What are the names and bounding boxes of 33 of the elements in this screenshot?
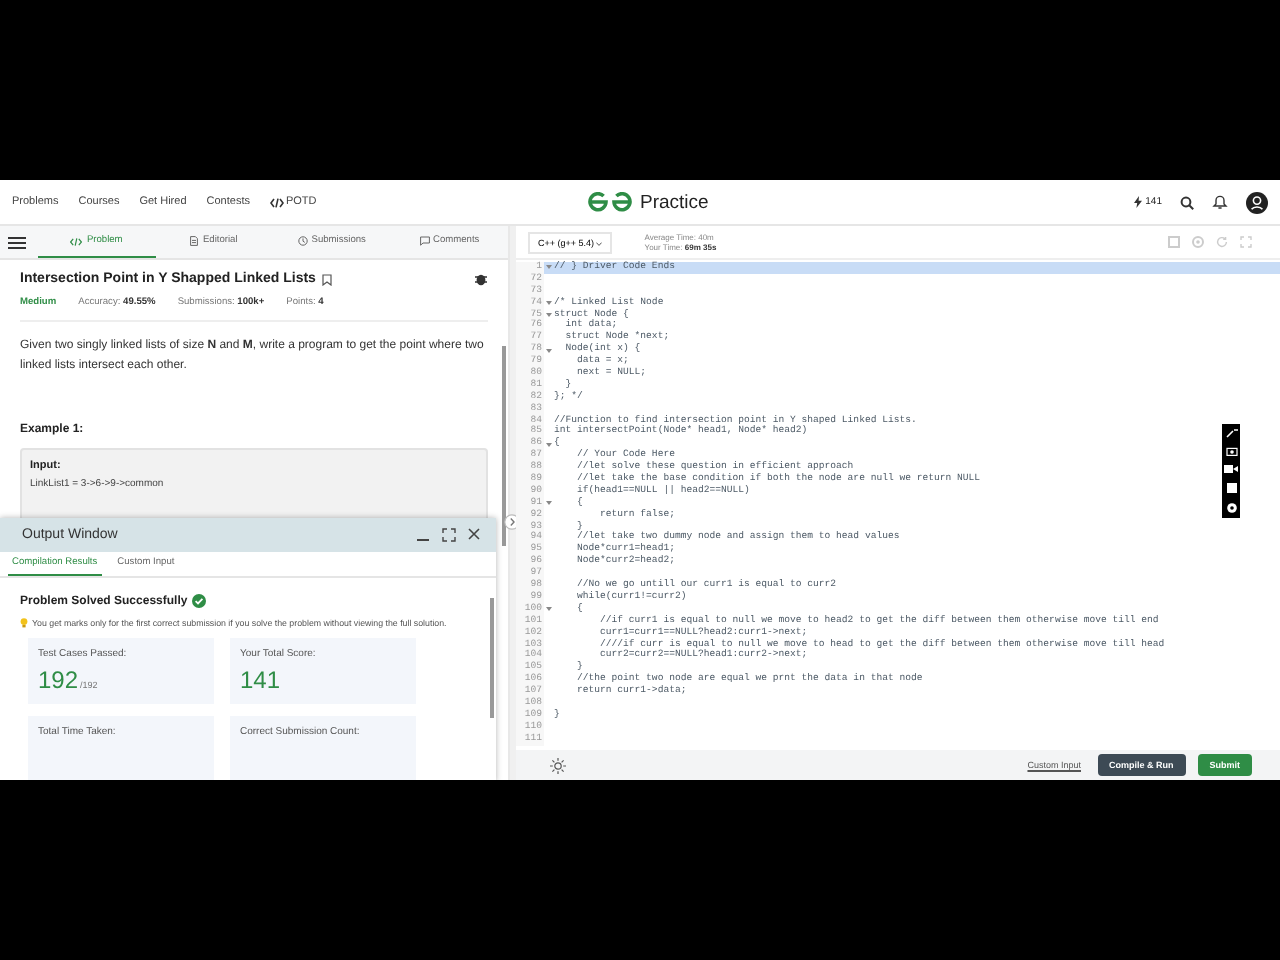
close-icon[interactable]	[468, 528, 480, 541]
square-icon[interactable]	[1225, 482, 1237, 494]
bell-icon[interactable]	[1212, 194, 1228, 210]
menu-icon[interactable]	[8, 235, 26, 249]
search-icon[interactable]	[1180, 195, 1194, 209]
document-icon	[190, 236, 199, 246]
fold-icon[interactable]	[546, 300, 552, 307]
pen-icon[interactable]	[1225, 428, 1237, 438]
bookmark-icon[interactable]	[321, 273, 332, 285]
camera-icon[interactable]	[1225, 446, 1237, 456]
sun-icon[interactable]	[550, 757, 566, 773]
fold-icon[interactable]	[546, 347, 552, 354]
code-icon	[269, 197, 284, 207]
fold-icon[interactable]	[546, 264, 552, 271]
bolt-icon	[1133, 196, 1142, 208]
fold-icon[interactable]	[546, 500, 552, 507]
bug-icon[interactable]	[474, 272, 488, 286]
settings-icon[interactable]	[1225, 502, 1237, 514]
logo-text: Practice	[640, 191, 709, 213]
logo-icon	[588, 192, 632, 212]
check-icon	[191, 594, 206, 608]
video-icon[interactable]	[1224, 464, 1238, 474]
comment-icon	[419, 236, 430, 246]
expand-icon[interactable]	[442, 527, 456, 542]
bulb-icon	[20, 618, 28, 628]
code-icon	[70, 237, 83, 245]
caret-icon	[596, 241, 603, 245]
stat-value: 141	[240, 666, 283, 694]
fold-icon[interactable]	[546, 312, 552, 318]
avatar-icon[interactable]	[1246, 191, 1268, 213]
fold-icon[interactable]	[546, 606, 552, 613]
fold-icon[interactable]	[546, 441, 552, 448]
clock-icon	[297, 236, 308, 246]
